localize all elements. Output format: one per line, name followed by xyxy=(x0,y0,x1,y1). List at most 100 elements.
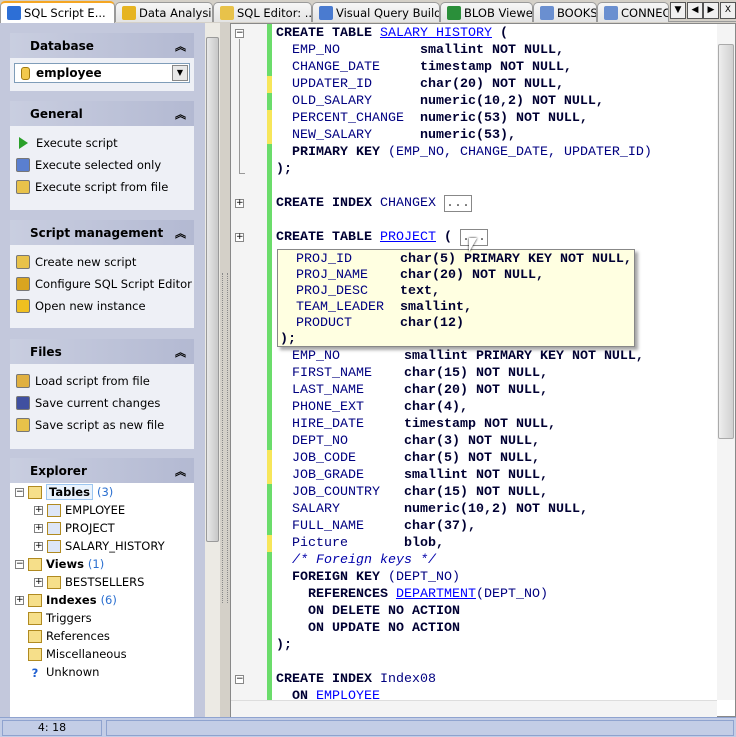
database-panel: Database ︽ employee ▼ xyxy=(10,33,194,91)
expand-icon[interactable]: + xyxy=(34,523,43,533)
code-token: char(5) NOT NULL, xyxy=(403,451,540,466)
lightning-script-icon xyxy=(7,6,21,20)
script-management-panel: Script management ︽ Create new script Confi… xyxy=(10,220,194,328)
collapsed-block-button[interactable]: ... xyxy=(443,195,472,212)
explorer-panel-header[interactable]: Explorer ︽ xyxy=(10,458,194,483)
unsaved-change-marker xyxy=(267,535,272,552)
collapse-icon[interactable]: − xyxy=(15,559,24,569)
code-line: DEPT_NO char(3) NOT NULL, xyxy=(276,433,652,450)
code-area[interactable]: CREATE TABLE SALARY_HISTORY ( EMP_NO sma… xyxy=(276,25,652,705)
expand-icon[interactable]: + xyxy=(34,505,43,515)
menu-item-save-script-as-new-file[interactable]: Save script as new file xyxy=(10,414,194,436)
menu-item-save-current-changes[interactable]: Save current changes xyxy=(10,392,194,414)
tree-node-references[interactable]: References xyxy=(15,627,110,645)
code-line: ON DELETE NO ACTION xyxy=(276,603,652,620)
tree-node-triggers[interactable]: Triggers xyxy=(15,609,92,627)
tree-node-project[interactable]: + PROJECT xyxy=(34,519,115,537)
tab-list-button[interactable]: ▼ xyxy=(670,2,686,19)
code-token: numeric(53) NOT NULL, xyxy=(419,111,588,126)
expand-icon[interactable]: + xyxy=(15,595,24,605)
tooltip-line: PROJ_ID char(5) PRIMARY KEY NOT NULL, xyxy=(280,252,634,268)
scrollbar-thumb[interactable] xyxy=(206,37,219,542)
database-select-value: employee xyxy=(36,66,102,80)
tab-sqlscripte[interactable]: SQL Script E... xyxy=(0,1,115,23)
fold-gutter: − + + − xyxy=(231,24,267,700)
collapse-icon[interactable]: ︽ xyxy=(175,225,186,241)
menu-item-execute-selected-only[interactable]: Execute selected only xyxy=(10,154,194,176)
code-line: HIRE_DATE timestamp NOT NULL, xyxy=(276,416,652,433)
code-line: JOB_CODE char(5) NOT NULL, xyxy=(276,450,652,467)
tab-prev-button[interactable]: ◀ xyxy=(687,2,703,19)
tree-node-employee[interactable]: + EMPLOYEE xyxy=(34,501,125,519)
database-doc-icon xyxy=(220,5,234,20)
code-token: blob, xyxy=(403,536,444,551)
code-line: REFERENCES DEPARTMENT(DEPT_NO) xyxy=(276,586,652,603)
triggers-folder-icon xyxy=(28,611,42,625)
script-panel-header[interactable]: Script management ︽ xyxy=(10,220,194,245)
chevron-down-icon[interactable]: ▼ xyxy=(172,65,188,81)
code-line: ); xyxy=(276,161,652,178)
object-link[interactable]: DEPARTMENT xyxy=(396,587,476,602)
splitter-grip[interactable] xyxy=(222,273,228,603)
expand-icon[interactable]: + xyxy=(34,577,43,587)
object-link[interactable]: SALARY_HISTORY xyxy=(380,26,492,41)
tab-blobviewer[interactable]: BLOB Viewer xyxy=(440,2,533,22)
database-select[interactable]: employee ▼ xyxy=(14,63,190,83)
tab-books[interactable]: BOOKS xyxy=(533,2,597,22)
navigation-scrollbar[interactable] xyxy=(205,23,220,717)
tree-node-unknown[interactable]: ? Unknown xyxy=(15,663,100,681)
expand-icon[interactable]: + xyxy=(235,199,244,208)
comment: /* Foreign keys */ xyxy=(276,553,436,568)
collapse-icon[interactable]: ︽ xyxy=(175,344,186,360)
cursor-position: 4: 18 xyxy=(2,720,102,736)
code-token: ); xyxy=(276,638,292,653)
horizontal-scrollbar[interactable] xyxy=(231,700,717,717)
menu-item-configure-sql-script-editor[interactable]: Configure SQL Script Editor xyxy=(10,273,194,295)
unsaved-change-marker xyxy=(267,467,272,484)
collapse-icon[interactable]: − xyxy=(235,675,244,684)
code-token: EMP_NO xyxy=(276,349,404,364)
collapse-icon[interactable]: ︽ xyxy=(175,106,186,122)
database-panel-header[interactable]: Database ︽ xyxy=(10,33,194,58)
menu-item-load-script-from-file[interactable]: Load script from file xyxy=(10,370,194,392)
files-panel-header[interactable]: Files ︽ xyxy=(10,339,194,364)
menu-item-open-new-instance[interactable]: Open new instance xyxy=(10,295,194,317)
collapse-icon[interactable]: − xyxy=(235,29,244,38)
tab-visualquerybuilder[interactable]: Visual Query Builder xyxy=(312,2,440,22)
expand-icon[interactable]: + xyxy=(235,233,244,242)
tab-connec[interactable]: CONNEC xyxy=(597,2,669,22)
tree-node-tables[interactable]: − Tables (3) xyxy=(15,483,113,501)
splitter[interactable] xyxy=(220,23,230,717)
code-line: UPDATER_ID char(20) NOT NULL, xyxy=(276,76,652,93)
tree-node-bestsellers[interactable]: + BESTSELLERS xyxy=(34,573,144,591)
expand-icon[interactable]: + xyxy=(34,541,43,551)
scrollbar-thumb[interactable] xyxy=(718,44,734,439)
sql-script-editor[interactable]: − + + − CREATE TABLE SALARY_HISTORY ( EMP_N… xyxy=(230,23,736,717)
menu-item-create-new-script[interactable]: Create new script xyxy=(10,251,194,273)
code-token: OLD_SALARY xyxy=(276,94,420,109)
tree-node-indexes[interactable]: + Indexes (6) xyxy=(15,591,117,609)
tooltip-line: PRODUCT char(12) xyxy=(280,316,634,332)
menu-item-execute-script[interactable]: Execute script xyxy=(10,132,194,154)
unsaved-change-marker xyxy=(267,76,272,93)
tab-sqleditor[interactable]: SQL Editor: ... xyxy=(213,2,312,22)
tree-node-salary_history[interactable]: + SALARY_HISTORY xyxy=(34,537,165,555)
collapse-icon[interactable]: ︽ xyxy=(175,463,186,479)
menu-item-label: Load script from file xyxy=(35,374,150,388)
code-token: char(20) NOT NULL, xyxy=(403,383,548,398)
configure-icon xyxy=(16,277,30,291)
collapse-icon[interactable]: − xyxy=(15,487,24,497)
collapse-icon[interactable]: ︽ xyxy=(175,38,186,54)
tree-node-miscellaneous[interactable]: Miscellaneous xyxy=(15,645,127,663)
general-panel-header[interactable]: General ︽ xyxy=(10,101,194,126)
tab-next-button[interactable]: ▶ xyxy=(703,2,719,19)
tree-node-views[interactable]: − Views (1) xyxy=(15,555,104,573)
object-link[interactable]: PROJECT xyxy=(380,230,436,245)
vertical-scrollbar[interactable] xyxy=(717,24,735,700)
menu-item-execute-script-from-file[interactable]: Execute script from file xyxy=(10,176,194,198)
collapsed-block-tooltip: PROJ_ID char(5) PRIMARY KEY NOT NULL, PR… xyxy=(277,249,635,347)
code-token: char(4), xyxy=(403,400,468,415)
tab-dataanalysis[interactable]: Data Analysis xyxy=(115,2,213,22)
tab-close-button[interactable]: X xyxy=(720,2,736,19)
